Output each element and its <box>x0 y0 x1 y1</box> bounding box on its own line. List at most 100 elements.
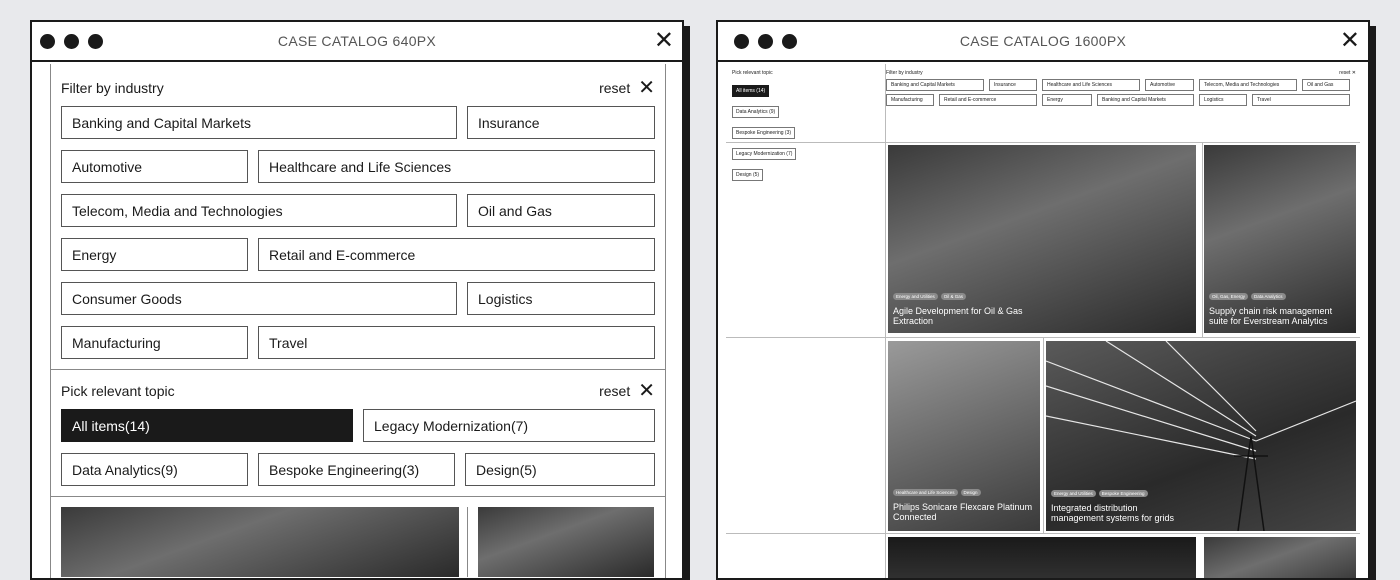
window-controls <box>40 34 103 49</box>
industry-chip[interactable]: Oil and Gas <box>1302 79 1350 91</box>
topic-chip[interactable]: Design(5) <box>465 453 655 486</box>
window-dot-icon[interactable] <box>64 34 79 49</box>
close-icon: ✕ <box>638 380 655 402</box>
case-title-line: Connected <box>893 512 937 522</box>
case-tag: Oil & Gas <box>940 293 967 300</box>
industry-reset-button[interactable]: reset ✕ <box>599 77 655 99</box>
case-card[interactable]: Oil, Gas, Energy Data Analytics Supply c… <box>1204 145 1356 333</box>
window-dot-icon[interactable] <box>88 34 103 49</box>
industry-reset-button[interactable]: reset ✕ <box>1339 70 1356 76</box>
case-tag: Energy and Utilities <box>893 293 938 300</box>
catalog-window-1600: CASE CATALOG 1600PX ✕ Pick relevant topi… <box>716 20 1370 580</box>
topic-heading: Pick relevant topic <box>61 383 175 399</box>
case-card[interactable]: Energy and Utilities Bespoke Engineering… <box>1046 341 1356 531</box>
reset-label: reset <box>1339 70 1351 76</box>
divider <box>726 142 1360 143</box>
sidebar-item-data-analytics[interactable]: Data Analytics (9) <box>732 106 780 118</box>
industry-chip[interactable]: Logistics <box>1199 94 1247 106</box>
industry-chip[interactable]: Automotive <box>61 150 248 183</box>
industry-chip[interactable]: Retail and E-commerce <box>939 94 1037 106</box>
industry-filter: Filter by industry reset ✕ Banking and C… <box>886 64 1360 106</box>
case-image[interactable] <box>61 507 459 577</box>
topic-chip[interactable]: Bespoke Engineering(3) <box>258 453 455 486</box>
industry-chip[interactable]: Telecom, Media and Technologies <box>1199 79 1297 91</box>
case-title-line: Agile Development for Oil & Gas <box>893 306 1023 316</box>
case-card[interactable] <box>888 537 1196 578</box>
industry-heading: Filter by industry <box>886 70 923 76</box>
case-grid <box>51 497 665 577</box>
industry-filter: Filter by industry reset ✕ Banking and C… <box>51 64 665 370</box>
window-dot-icon[interactable] <box>782 34 797 49</box>
industry-chip[interactable]: Healthcare and Life Sciences <box>1042 79 1140 91</box>
catalog-body: Pick relevant topic All items (14) Data … <box>726 64 1360 578</box>
sidebar-item-all[interactable]: All items (14) <box>732 85 770 97</box>
topic-reset-button[interactable]: reset ✕ <box>599 380 655 402</box>
industry-chip[interactable]: Insurance <box>467 106 655 139</box>
case-title-line: Integrated distribution <box>1051 503 1138 513</box>
case-tag: Healthcare and Life Sciences <box>893 489 958 496</box>
topic-chip-selected[interactable]: All items(14) <box>61 409 353 442</box>
reset-label: reset <box>599 80 631 96</box>
industry-chip[interactable]: Automotive <box>1145 79 1194 91</box>
topic-chip[interactable]: Legacy Modernization(7) <box>363 409 655 442</box>
industry-chip[interactable]: Travel <box>258 326 655 359</box>
industry-chip[interactable]: Insurance <box>989 79 1037 91</box>
close-icon: ✕ <box>1351 70 1356 76</box>
window-title: CASE CATALOG 1600PX <box>959 33 1127 49</box>
close-icon[interactable]: ✕ <box>1340 28 1360 54</box>
sidebar-item-bespoke-engineering[interactable]: Bespoke Engineering (3) <box>732 127 796 139</box>
case-card[interactable]: Energy and Utilities Oil & Gas Agile Dev… <box>888 145 1196 333</box>
industry-heading: Filter by industry <box>61 80 164 96</box>
industry-chip[interactable]: Retail and E-commerce <box>258 238 655 271</box>
case-title-line: management systems for grids <box>1051 513 1175 523</box>
window-dot-icon[interactable] <box>758 34 773 49</box>
case-title: Supply chain risk management suite for E… <box>1209 306 1332 326</box>
industry-chip[interactable]: Energy <box>61 238 248 271</box>
case-tag: Energy and Utilities <box>1051 490 1096 497</box>
case-card[interactable]: Healthcare and Life Sciences Design Phil… <box>888 341 1040 531</box>
divider <box>1043 337 1044 533</box>
close-icon[interactable]: ✕ <box>654 28 674 54</box>
case-tag: Oil, Gas, Energy <box>1209 293 1249 300</box>
window-controls <box>734 34 797 49</box>
industry-chip[interactable]: Healthcare and Life Sciences <box>258 150 655 183</box>
catalog-window-640: CASE CATALOG 640PX ✕ Filter by industry … <box>30 20 684 580</box>
industry-chip[interactable]: Energy <box>1042 94 1092 106</box>
case-title: Integrated distribution management syste… <box>1051 503 1174 523</box>
case-card[interactable] <box>1204 537 1356 578</box>
topic-chip[interactable]: Data Analytics(9) <box>61 453 248 486</box>
case-tag: Data Analytics <box>1251 293 1286 300</box>
case-image[interactable] <box>478 507 654 577</box>
window-title: CASE CATALOG 640PX <box>277 33 437 49</box>
window-dot-icon[interactable] <box>734 34 749 49</box>
industry-chip[interactable]: Consumer Goods <box>61 282 457 315</box>
industry-chip[interactable]: Manufacturing <box>886 94 934 106</box>
industry-chip[interactable]: Banking and Capital Markets <box>886 79 984 91</box>
industry-chip[interactable]: Travel <box>1252 94 1350 106</box>
industry-chip[interactable]: Telecom, Media and Technologies <box>61 194 457 227</box>
case-tag: Design <box>960 489 981 496</box>
divider <box>467 507 468 577</box>
case-tag: Bespoke Engineering <box>1098 490 1148 497</box>
close-icon: ✕ <box>638 77 655 99</box>
sidebar-item-design[interactable]: Design (5) <box>732 169 764 181</box>
industry-chip[interactable]: Logistics <box>467 282 655 315</box>
sidebar-heading: Pick relevant topic <box>732 70 773 76</box>
window-titlebar: CASE CATALOG 1600PX ✕ <box>718 22 1368 62</box>
filter-panel: Filter by industry reset ✕ Banking and C… <box>50 64 666 578</box>
divider <box>726 533 1360 534</box>
case-title-line: Supply chain risk management <box>1209 306 1333 316</box>
industry-chip[interactable]: Banking and Capital Markets <box>1097 94 1194 106</box>
topic-filter: Pick relevant topic reset ✕ All items(14… <box>51 370 665 497</box>
window-dot-icon[interactable] <box>40 34 55 49</box>
industry-chip[interactable]: Banking and Capital Markets <box>61 106 457 139</box>
case-title: Agile Development for Oil & Gas Extracti… <box>893 306 1023 326</box>
case-title-line: suite for Everstream Analytics <box>1209 316 1328 326</box>
industry-chip[interactable]: Manufacturing <box>61 326 248 359</box>
reset-label: reset <box>599 383 631 399</box>
case-title-line: Extraction <box>893 316 934 326</box>
industry-chip[interactable]: Oil and Gas <box>467 194 655 227</box>
sidebar-item-legacy-modernization[interactable]: Legacy Modernization (7) <box>732 148 797 160</box>
main-content: Filter by industry reset ✕ Banking and C… <box>726 64 1360 578</box>
case-title-line: Philips Sonicare Flexcare Platinum <box>893 502 1033 512</box>
